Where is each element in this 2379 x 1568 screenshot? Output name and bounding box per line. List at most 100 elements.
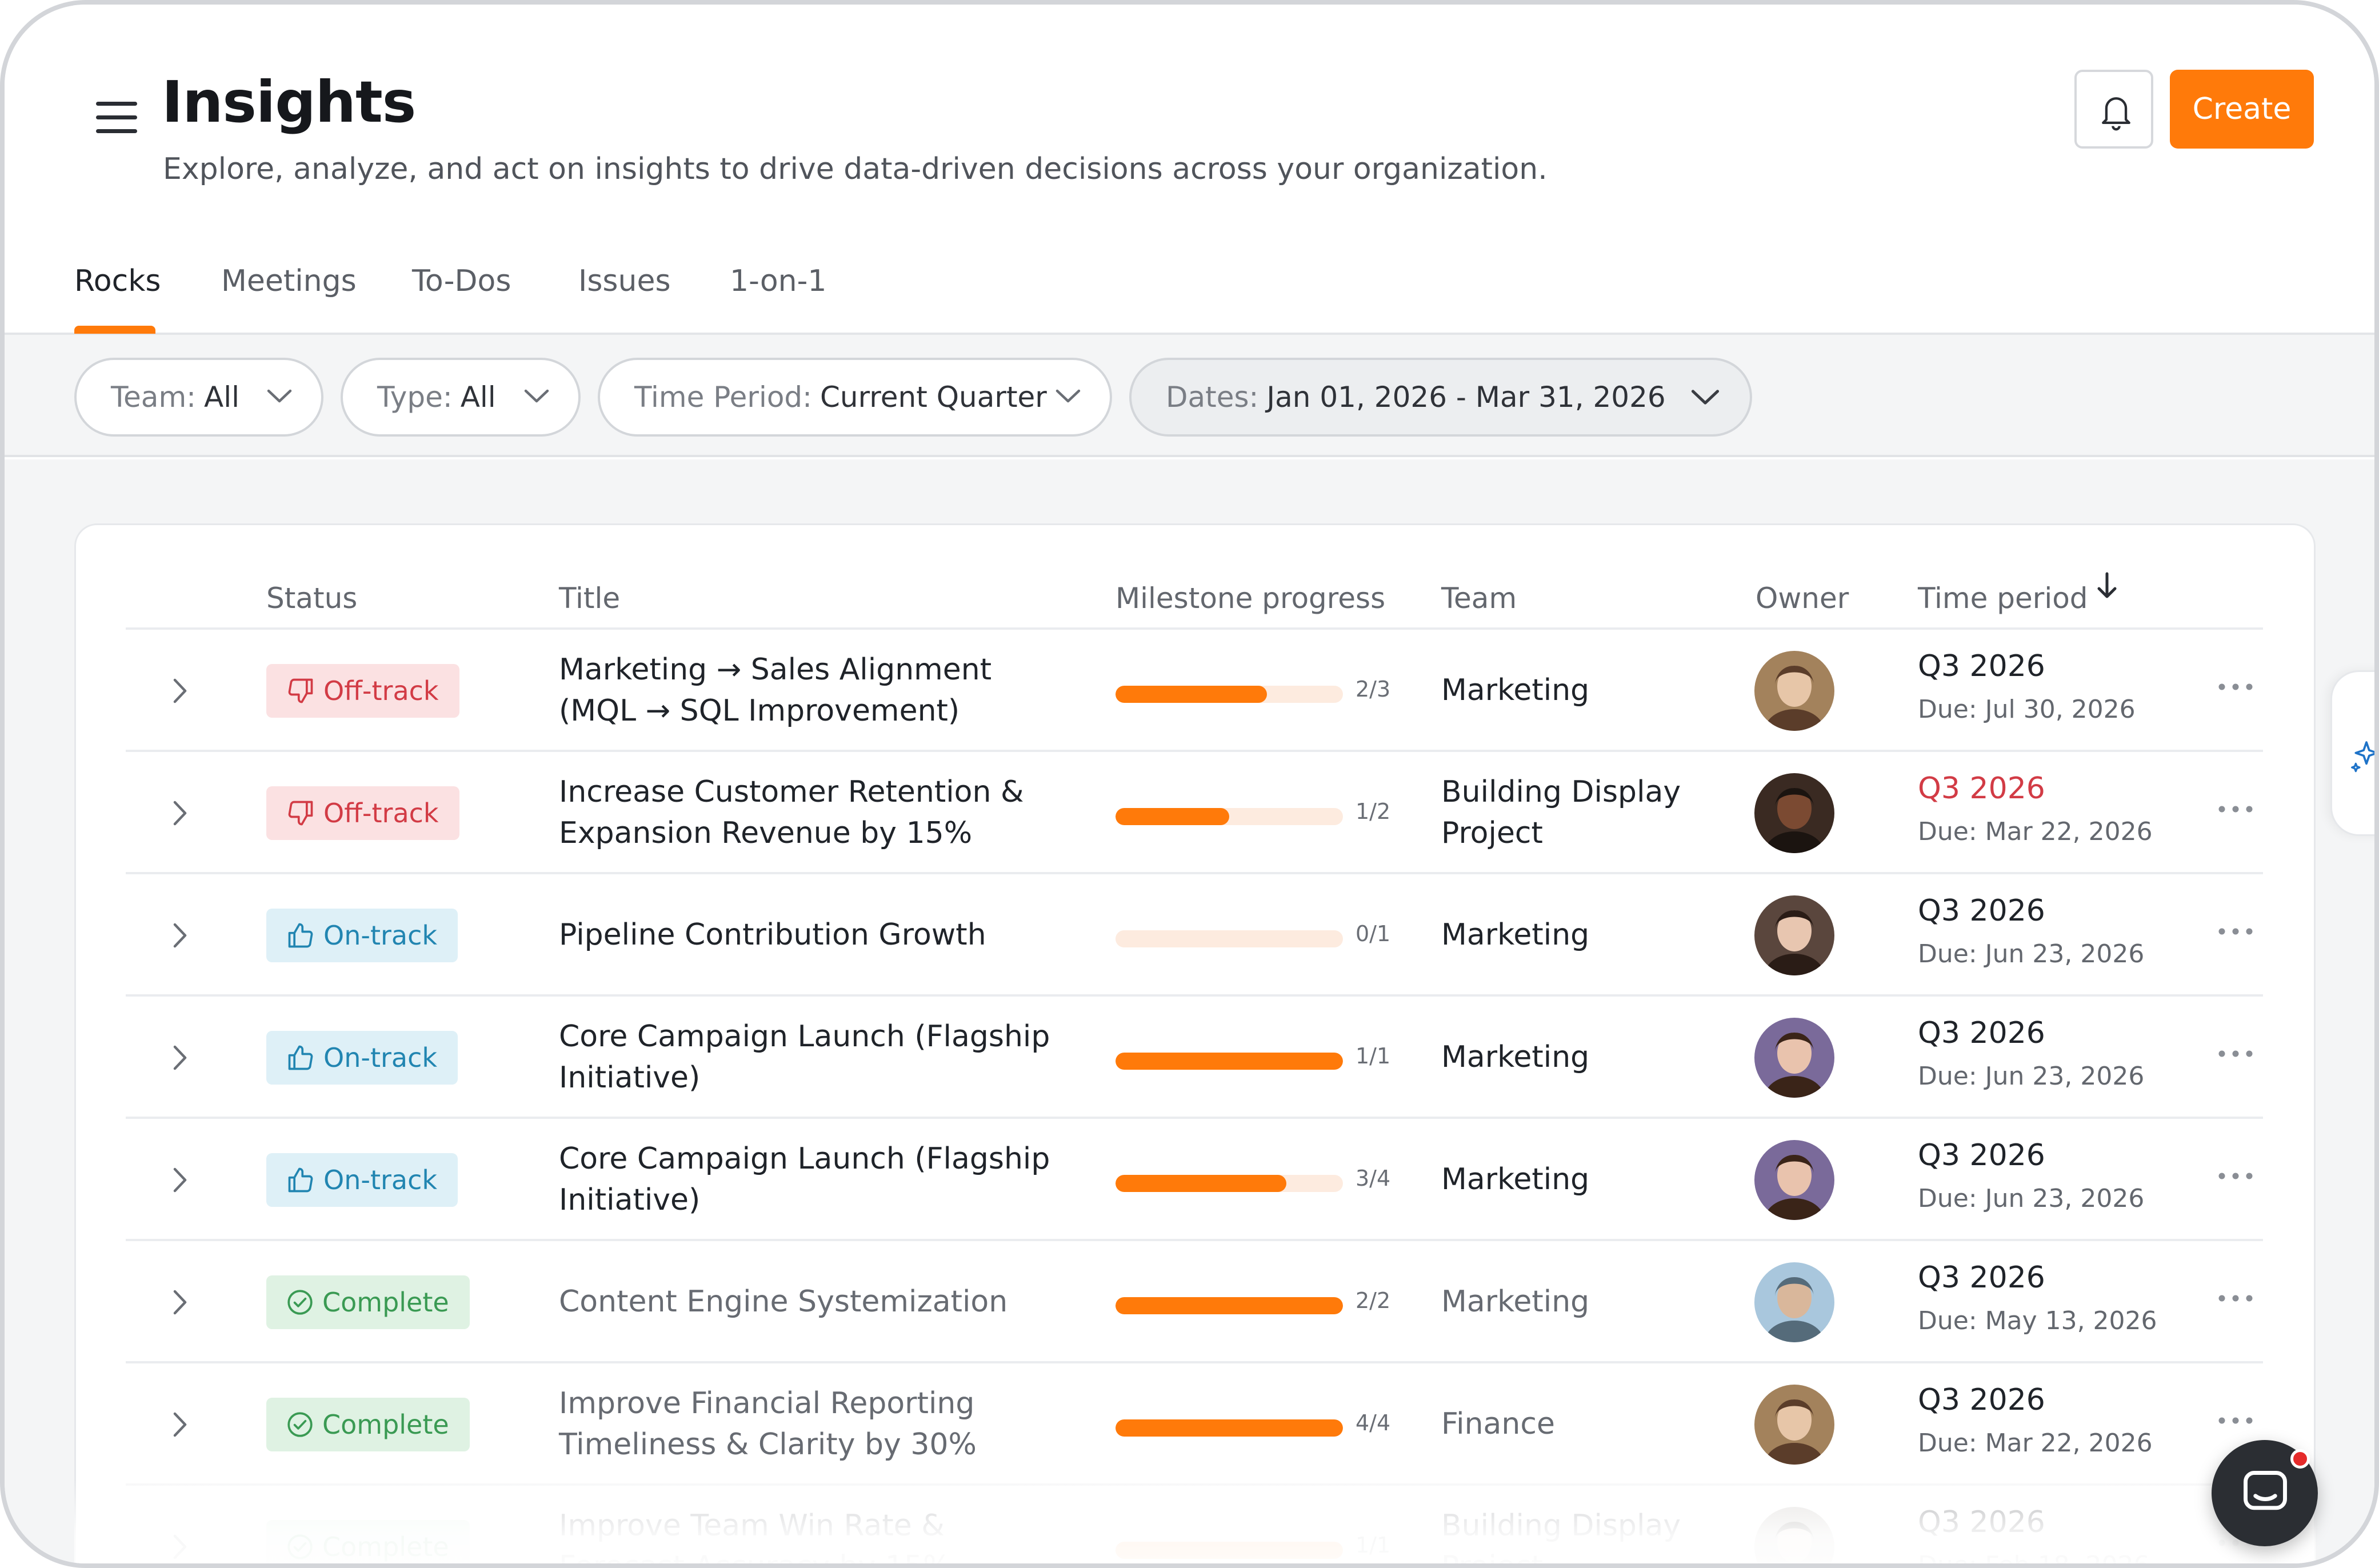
arrow-down-icon[interactable]	[2093, 570, 2121, 602]
team-name: Marketing	[1441, 918, 1590, 952]
column-header-milestone-progress[interactable]: Milestone progress	[1115, 582, 1385, 615]
time-period: Q3 2026	[1918, 771, 2045, 806]
chevron-right-icon[interactable]	[171, 677, 189, 705]
chat-launcher-button[interactable]	[2212, 1440, 2318, 1546]
team-name: Building Display Project	[1441, 775, 1681, 850]
tab-1-on-1[interactable]: 1-on-1	[730, 264, 826, 298]
team-name: Marketing	[1441, 1162, 1590, 1197]
notifications-button[interactable]	[2074, 70, 2153, 149]
tab-rocks[interactable]: Rocks	[74, 264, 161, 298]
time-period: Q3 2026	[1918, 1261, 2045, 1295]
rock-title[interactable]: Pipeline Contribution Growth	[559, 914, 1073, 955]
due-date: Due: Jun 23, 2026	[1918, 939, 2145, 969]
chevron-right-icon[interactable]	[171, 921, 189, 950]
hamburger-icon[interactable]	[96, 102, 137, 134]
check-circle-icon	[287, 1412, 313, 1437]
rock-title[interactable]: Improve Financial Reporting Timeliness &…	[559, 1383, 1073, 1465]
more-horizontal-icon[interactable]	[2217, 927, 2254, 936]
dates-filter-label: Dates:	[1166, 381, 1259, 414]
team-filter-label: Team:	[111, 381, 196, 414]
table-row[interactable]: Off-track Increase Customer Retention & E…	[126, 750, 2263, 872]
team-name: Finance	[1441, 1407, 1555, 1441]
ai-assistant-tab[interactable]	[2330, 670, 2374, 836]
tab-meetings[interactable]: Meetings	[221, 264, 357, 298]
status-label: On-track	[323, 920, 438, 951]
column-header-team[interactable]: Team	[1441, 582, 1517, 615]
due-date: Due: May 13, 2026	[1918, 1306, 2157, 1335]
avatar[interactable]	[1754, 1262, 1834, 1342]
milestone-progress-fill	[1115, 1419, 1343, 1437]
milestone-progress-bar	[1115, 1297, 1343, 1314]
rock-title[interactable]: Core Campaign Launch (Flagship Initiativ…	[559, 1138, 1073, 1221]
status-badge[interactable]: Complete	[266, 1398, 470, 1451]
thumbs-up-icon	[288, 923, 313, 948]
column-header-status[interactable]: Status	[266, 582, 357, 615]
table-row[interactable]: On-track Core Campaign Launch (Flagship I…	[126, 994, 2263, 1117]
due-date: Due: Jun 23, 2026	[1918, 1062, 2145, 1091]
scroll-fade	[74, 1479, 2316, 1563]
rock-title[interactable]: Increase Customer Retention & Expansion …	[559, 771, 1073, 854]
status-badge[interactable]: On-track	[266, 1153, 458, 1207]
rock-title[interactable]: Core Campaign Launch (Flagship Initiativ…	[559, 1016, 1073, 1098]
milestone-progress-bar	[1115, 1175, 1343, 1192]
chevron-down-icon	[1691, 390, 1720, 405]
tab-bar: Rocks Meetings To-Dos Issues 1-on-1	[5, 256, 2374, 335]
due-date: Due: Mar 22, 2026	[1918, 817, 2153, 846]
table-row[interactable]: Complete Content Engine Systemization 2/2 M…	[126, 1239, 2263, 1361]
status-badge[interactable]: On-track	[266, 1031, 458, 1085]
table-row[interactable]: On-track Pipeline Contribution Growth 0/1 M…	[126, 872, 2263, 994]
create-button[interactable]: Create	[2170, 70, 2314, 149]
sparkle-icon	[2351, 741, 2374, 773]
more-horizontal-icon[interactable]	[2217, 1171, 2254, 1181]
milestone-progress-bar	[1115, 1419, 1343, 1437]
avatar[interactable]	[1754, 1018, 1834, 1098]
tab-to-dos[interactable]: To-Dos	[412, 264, 511, 298]
chevron-right-icon[interactable]	[171, 799, 189, 827]
more-horizontal-icon[interactable]	[2217, 682, 2254, 691]
type-filter[interactable]: Type: All	[341, 358, 581, 437]
more-horizontal-icon[interactable]	[2217, 805, 2254, 814]
rock-title[interactable]: Content Engine Systemization	[559, 1281, 1073, 1322]
team-filter[interactable]: Team: All	[74, 358, 323, 437]
column-header-owner[interactable]: Owner	[1756, 582, 1849, 615]
status-badge[interactable]: Off-track	[266, 786, 459, 840]
avatar[interactable]	[1754, 1385, 1834, 1465]
rock-title[interactable]: Marketing → Sales Alignment (MQL → SQL I…	[559, 649, 1073, 731]
chevron-right-icon[interactable]	[171, 1166, 189, 1194]
chevron-right-icon[interactable]	[171, 1410, 189, 1439]
table-row[interactable]: Off-track Marketing → Sales Alignment (MQ…	[126, 627, 2263, 750]
avatar[interactable]	[1754, 1140, 1834, 1220]
avatar[interactable]	[1754, 895, 1834, 975]
time-period: Q3 2026	[1918, 1138, 2045, 1173]
type-filter-label: Type:	[377, 381, 453, 414]
more-horizontal-icon[interactable]	[2217, 1294, 2254, 1303]
status-label: On-track	[323, 1165, 438, 1195]
tab-issues[interactable]: Issues	[578, 264, 671, 298]
due-date: Due: Mar 22, 2026	[1918, 1429, 2153, 1458]
column-header-time-period[interactable]: Time period	[1918, 582, 2088, 615]
status-badge[interactable]: Complete	[266, 1275, 470, 1329]
dates-filter[interactable]: Dates: Jan 01, 2026 - Mar 31, 2026	[1129, 358, 1752, 437]
table-row[interactable]: Complete Improve Financial Reporting Time…	[126, 1361, 2263, 1483]
due-date: Due: Jul 30, 2026	[1918, 695, 2136, 724]
milestone-progress-fill	[1115, 808, 1229, 825]
column-header-title[interactable]: Title	[559, 582, 620, 615]
status-badge[interactable]: Off-track	[266, 664, 459, 718]
page-title: Insights	[162, 69, 416, 135]
chevron-right-icon[interactable]	[171, 1288, 189, 1317]
milestone-progress-label: 0/1	[1356, 921, 1391, 946]
chevron-right-icon[interactable]	[171, 1043, 189, 1072]
table-row[interactable]: On-track Core Campaign Launch (Flagship I…	[126, 1117, 2263, 1239]
time-period-filter[interactable]: Time Period: Current Quarter	[598, 358, 1112, 437]
more-horizontal-icon[interactable]	[2217, 1049, 2254, 1058]
filter-bar: Team: All Type: All Time Period: Current…	[5, 335, 2374, 457]
avatar[interactable]	[1754, 651, 1834, 731]
milestone-progress-bar	[1115, 808, 1343, 825]
team-name: Marketing	[1441, 673, 1590, 707]
milestone-progress-fill	[1115, 1297, 1343, 1314]
more-horizontal-icon[interactable]	[2217, 1416, 2254, 1425]
avatar[interactable]	[1754, 773, 1834, 853]
due-date: Due: Jun 23, 2026	[1918, 1184, 2145, 1213]
chevron-down-icon	[1055, 389, 1081, 403]
status-badge[interactable]: On-track	[266, 909, 458, 962]
